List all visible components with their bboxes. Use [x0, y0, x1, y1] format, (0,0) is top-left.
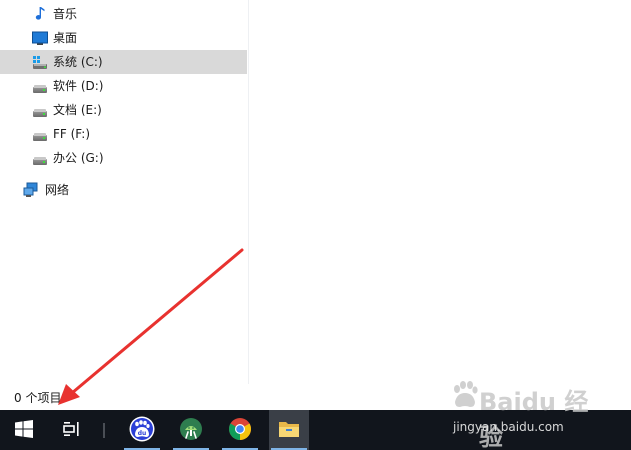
music-note-icon	[32, 6, 48, 22]
windows-logo-icon	[15, 419, 33, 441]
nav-item-network[interactable]: 网络	[0, 178, 247, 202]
item-count-text: 0 个项目	[14, 391, 62, 405]
windows-drive-icon	[32, 54, 48, 70]
nav-item-label: 文档 (E:)	[53, 103, 102, 117]
drive-icon	[32, 78, 48, 94]
chrome-icon	[228, 417, 252, 444]
baidu-paw-icon: du	[129, 416, 155, 445]
network-icon	[23, 182, 39, 198]
svg-text:du: du	[138, 430, 147, 437]
nav-item-label: FF (F:)	[53, 127, 90, 141]
nav-item-label: 软件 (D:)	[53, 79, 104, 93]
desktop-icon	[32, 30, 48, 46]
task-view-button[interactable]	[52, 410, 92, 450]
watermark-brand: Baidu 经验	[479, 388, 589, 450]
nav-item-label: 网络	[45, 183, 70, 197]
baidu-jingyan-watermark: Baidu 经验 jingyan.baidu.com	[451, 378, 611, 450]
nav-item-music[interactable]: 音乐	[0, 2, 247, 26]
android-studio-app-button[interactable]	[171, 410, 211, 450]
taskbar-separator	[103, 423, 105, 438]
nav-item-label: 系统 (C:)	[53, 55, 103, 69]
nav-item-drive-g[interactable]: 办公 (G:)	[0, 146, 247, 170]
nav-item-desktop[interactable]: 桌面	[0, 26, 247, 50]
task-view-icon	[63, 421, 81, 440]
folder-icon	[278, 419, 300, 442]
drive-icon	[32, 126, 48, 142]
start-button[interactable]	[0, 410, 48, 450]
watermark-url: jingyan.baidu.com	[453, 420, 564, 434]
android-studio-icon	[179, 417, 203, 444]
drive-icon	[32, 102, 48, 118]
chrome-app-button[interactable]	[220, 410, 260, 450]
baidu-paw-watermark-icon	[454, 381, 478, 407]
nav-item-label: 办公 (G:)	[53, 151, 104, 165]
file-list-pane[interactable]	[250, 0, 631, 384]
navigation-pane: 音乐 桌面 系统 (C:) 软件 (D:) 文档 (E:) FF (F:) 办公…	[0, 0, 249, 384]
nav-item-drive-e[interactable]: 文档 (E:)	[0, 98, 247, 122]
drive-icon	[32, 150, 48, 166]
file-explorer-window: 音乐 桌面 系统 (C:) 软件 (D:) 文档 (E:) FF (F:) 办公…	[0, 0, 631, 410]
file-explorer-app-button[interactable]	[269, 410, 309, 450]
baidu-app-button[interactable]: du	[122, 410, 162, 450]
nav-item-label: 音乐	[53, 7, 78, 21]
nav-item-drive-c[interactable]: 系统 (C:)	[0, 50, 247, 74]
nav-item-drive-f[interactable]: FF (F:)	[0, 122, 247, 146]
nav-item-label: 桌面	[53, 31, 78, 45]
nav-item-drive-d[interactable]: 软件 (D:)	[0, 74, 247, 98]
